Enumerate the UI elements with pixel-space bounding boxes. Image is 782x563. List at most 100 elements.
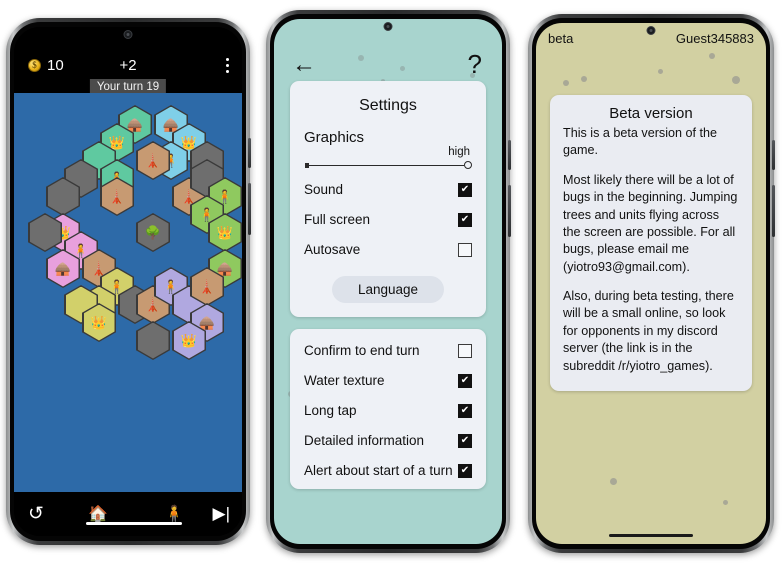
checkbox-checked[interactable] bbox=[458, 373, 472, 388]
checkbox-checked[interactable] bbox=[458, 182, 472, 197]
settings-option-label: Full screen bbox=[304, 212, 371, 227]
undo-icon[interactable]: ↺ bbox=[28, 503, 44, 526]
phone1-screen: $ 10 +2 Your turn 19 🛖👑🧍🛖👑🧍🗼🗼🗼🧍🧍👑🛖👑🧍🛖🌳🗼🧍… bbox=[14, 27, 242, 536]
phone1-side-button-1[interactable] bbox=[248, 138, 251, 168]
phone2-screen: ← ? Settings Graphics high Sound Full scr… bbox=[274, 19, 502, 544]
tower-icon: 🗼 bbox=[144, 153, 162, 168]
unit-icon[interactable]: 🧍 bbox=[164, 504, 184, 524]
slider-knob[interactable] bbox=[464, 161, 472, 169]
checkbox-checked[interactable] bbox=[458, 212, 472, 227]
settings-option-row[interactable]: Long tap bbox=[304, 395, 472, 425]
hex-tile-fill bbox=[47, 178, 79, 215]
settings-options-primary: Sound Full screen Autosave bbox=[304, 174, 472, 264]
graphics-slider-value: high bbox=[448, 146, 470, 158]
settings-option-row[interactable]: Confirm to end turn bbox=[304, 335, 472, 365]
score-delta: +2 bbox=[119, 57, 137, 74]
guest-id-label: Guest345883 bbox=[675, 31, 754, 46]
phone2-side-button-2[interactable] bbox=[508, 185, 511, 237]
hex-tile[interactable] bbox=[136, 321, 170, 360]
front-camera-icon bbox=[646, 26, 656, 35]
hut-icon: 🛖 bbox=[54, 261, 72, 276]
hex-tile-fill bbox=[29, 214, 61, 251]
beta-paragraph: Most likely there will be a lot of bugs … bbox=[563, 172, 738, 274]
hex-tile[interactable]: 🌳 bbox=[136, 213, 170, 252]
phone3-screen: beta Guest345883 Beta version This is a … bbox=[536, 23, 766, 544]
checkbox-unchecked[interactable] bbox=[458, 343, 472, 358]
unit-icon: 🧍 bbox=[198, 207, 216, 222]
bg-dot bbox=[658, 69, 663, 74]
game-bottom-bar: ↺ 🏠 🧍 ▶| bbox=[14, 492, 242, 536]
settings-option-label: Sound bbox=[304, 182, 344, 197]
page-title: Settings bbox=[359, 97, 417, 114]
phone2-bezel: ← ? Settings Graphics high Sound Full scr… bbox=[270, 14, 506, 549]
settings-option-label: Detailed information bbox=[304, 433, 425, 448]
checkbox-checked[interactable] bbox=[458, 403, 472, 418]
beta-title: Beta version bbox=[609, 105, 693, 122]
tower-icon: 🗼 bbox=[90, 261, 108, 276]
hex-tile-fill bbox=[137, 322, 169, 359]
settings-card-main: Settings Graphics high Sound Full screen A… bbox=[290, 81, 486, 317]
phone-beta-notice: beta Guest345883 Beta version This is a … bbox=[528, 14, 775, 553]
language-button[interactable]: Language bbox=[331, 276, 445, 303]
settings-option-label: Alert about start of a turn bbox=[304, 463, 453, 478]
tower-icon: 🗼 bbox=[198, 279, 216, 294]
phone-settings: ← ? Settings Graphics high Sound Full scr… bbox=[266, 10, 511, 553]
tower-icon: 🗼 bbox=[180, 189, 198, 204]
crown-icon: 👑 bbox=[180, 333, 198, 348]
game-board[interactable]: 🛖👑🧍🛖👑🧍🗼🗼🗼🧍🧍👑🛖👑🧍🛖🌳🗼🧍👑🗼🧍🗼🛖👑 bbox=[14, 93, 242, 492]
settings-card-secondary: Confirm to end turn Water texture Long tap… bbox=[290, 329, 486, 489]
beta-notice-card: Beta version This is a beta version of t… bbox=[550, 95, 752, 391]
crown-icon: 👑 bbox=[216, 225, 234, 240]
tower-icon: 🗼 bbox=[108, 189, 126, 204]
bg-dot bbox=[563, 80, 569, 86]
phone-game: $ 10 +2 Your turn 19 🛖👑🧍🛖👑🧍🗼🗼🗼🧍🧍👑🛖👑🧍🛖🌳🗼🧍… bbox=[6, 18, 251, 545]
front-camera-icon bbox=[383, 22, 393, 31]
house-icon[interactable]: 🏠 bbox=[88, 504, 108, 524]
kebab-menu-icon[interactable] bbox=[226, 58, 229, 73]
coin-counter: $ 10 bbox=[28, 57, 64, 74]
settings-option-row[interactable]: Alert about start of a turn bbox=[304, 455, 472, 485]
checkbox-unchecked[interactable] bbox=[458, 242, 472, 257]
unit-progress-bar bbox=[86, 522, 182, 525]
settings-option-row[interactable]: Full screen bbox=[304, 204, 472, 234]
settings-option-row[interactable]: Water texture bbox=[304, 365, 472, 395]
hut-icon: 🛖 bbox=[126, 117, 144, 132]
settings-option-row[interactable]: Autosave bbox=[304, 234, 472, 264]
screenshot-stage: $ 10 +2 Your turn 19 🛖👑🧍🛖👑🧍🗼🗼🗼🧍🧍👑🛖👑🧍🛖🌳🗼🧍… bbox=[0, 0, 782, 563]
coin-value: 10 bbox=[47, 57, 64, 74]
beta-paragraph: Also, during beta testing, there will be… bbox=[563, 289, 734, 373]
bg-dot bbox=[709, 53, 715, 59]
beta-paragraph: This is a beta version of the game. bbox=[563, 126, 718, 158]
crown-icon: 👑 bbox=[108, 135, 126, 150]
unit-icon: 🧍 bbox=[72, 243, 90, 258]
back-arrow-icon[interactable]: ← bbox=[292, 53, 316, 77]
phone3-side-button-1[interactable] bbox=[772, 140, 775, 170]
graphics-slider[interactable]: high bbox=[304, 146, 472, 174]
unit-icon: 🧍 bbox=[216, 189, 234, 204]
hex-tiles-layer[interactable]: 🛖👑🧍🛖👑🧍🗼🗼🗼🧍🧍👑🛖👑🧍🛖🌳🗼🧍👑🗼🧍🗼🛖👑 bbox=[14, 93, 242, 492]
help-icon[interactable]: ? bbox=[468, 51, 482, 77]
home-indicator[interactable] bbox=[609, 534, 693, 537]
bg-dot bbox=[732, 76, 740, 84]
beta-label: beta bbox=[548, 31, 574, 46]
crown-icon: 👑 bbox=[90, 315, 108, 330]
settings-option-row[interactable]: Detailed information bbox=[304, 425, 472, 455]
phone3-side-button-2[interactable] bbox=[772, 185, 775, 237]
checkbox-checked[interactable] bbox=[458, 433, 472, 448]
phone1-side-button-2[interactable] bbox=[248, 183, 251, 235]
hut-icon: 🛖 bbox=[198, 315, 216, 330]
phone2-side-button-1[interactable] bbox=[508, 140, 511, 170]
settings-option-row[interactable]: Sound bbox=[304, 174, 472, 204]
coin-icon: $ bbox=[28, 59, 41, 72]
unit-icon: 🧍 bbox=[108, 279, 126, 294]
phone3-bezel: beta Guest345883 Beta version This is a … bbox=[532, 18, 770, 549]
settings-option-label: Confirm to end turn bbox=[304, 343, 420, 358]
beta-body: This is a beta version of the game. Most … bbox=[563, 125, 739, 375]
hut-icon: 🛖 bbox=[162, 117, 180, 132]
phone1-bezel: $ 10 +2 Your turn 19 🛖👑🧍🛖👑🧍🗼🗼🗼🧍🧍👑🛖👑🧍🛖🌳🗼🧍… bbox=[10, 22, 246, 541]
bg-dot bbox=[610, 478, 617, 485]
settings-option-label: Long tap bbox=[304, 403, 357, 418]
front-camera-icon bbox=[123, 30, 133, 39]
checkbox-checked[interactable] bbox=[458, 463, 472, 478]
end-turn-icon[interactable]: ▶| bbox=[213, 504, 231, 524]
